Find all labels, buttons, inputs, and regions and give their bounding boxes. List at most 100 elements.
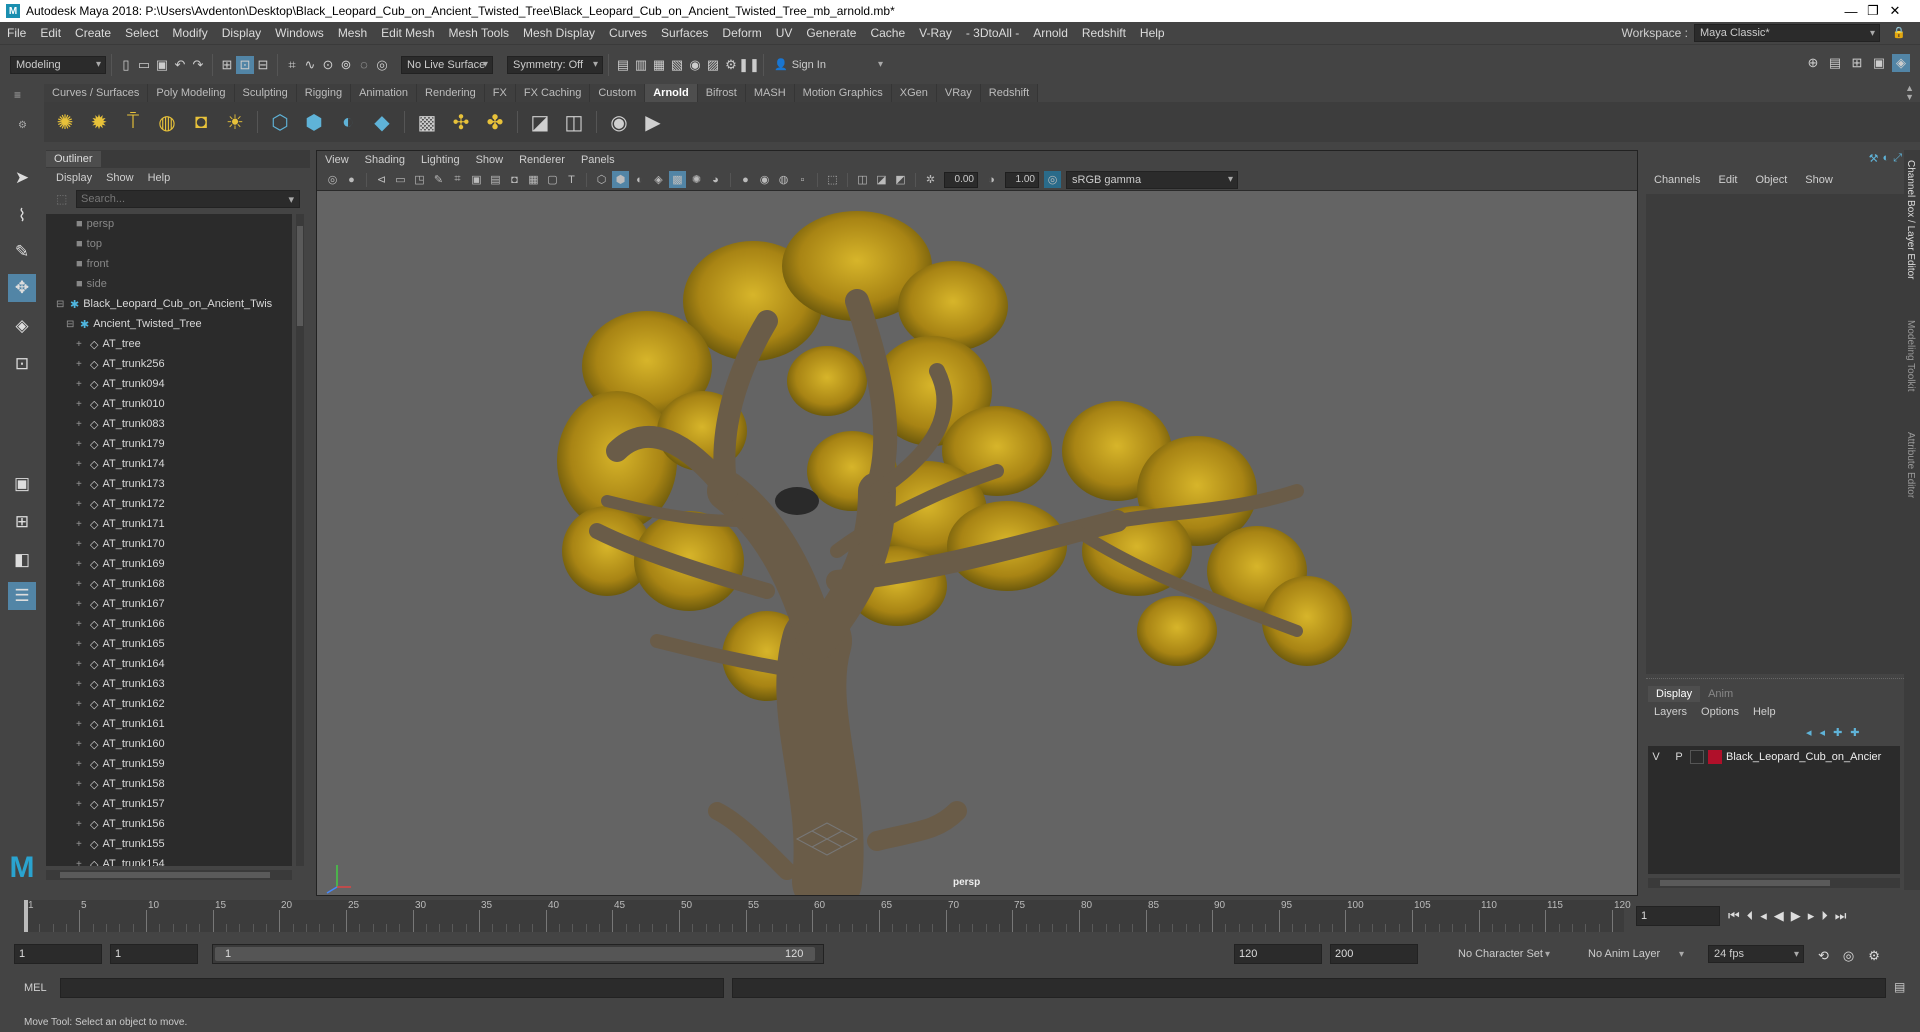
lasso-tool-icon[interactable]: ⌇ (8, 202, 36, 230)
mesh-light-icon[interactable]: ✹ (85, 108, 113, 136)
outliner-row[interactable]: ■ top (46, 234, 292, 254)
range-bar[interactable]: 1 120 (212, 944, 824, 964)
gamma-icon[interactable]: ◑ (983, 171, 1000, 188)
camera-attr-icon[interactable]: ● (343, 171, 360, 188)
shelf-tab-vray[interactable]: VRay (936, 84, 981, 102)
expand-toggle-icon[interactable]: + (76, 659, 88, 670)
two-view-icon[interactable]: ◧ (8, 546, 36, 574)
menu-item-select[interactable]: Select (118, 26, 165, 40)
menu-item-mesh-tools[interactable]: Mesh Tools (442, 26, 516, 40)
layer-tab-display[interactable]: Display (1648, 686, 1701, 702)
step-back-frame-icon[interactable]: ◂ (1760, 908, 1767, 924)
shelf-settings-icon[interactable]: ⚙ (18, 120, 27, 131)
select-tool-icon[interactable]: ➤ (8, 164, 36, 192)
filter-icon[interactable]: ⬚ (56, 192, 67, 206)
shelf-menu-icon[interactable]: ≡ (14, 88, 21, 102)
xray-icon[interactable]: ◫ (854, 171, 871, 188)
render-settings-icon[interactable]: ▧ (668, 56, 686, 74)
shadows-icon[interactable]: ◕ (707, 171, 724, 188)
select-component-icon[interactable]: ⊟ (254, 56, 272, 74)
color-space-dropdown[interactable]: sRGB gamma (1066, 170, 1238, 189)
menu-item-surfaces[interactable]: Surfaces (654, 26, 715, 40)
channel-menu-edit[interactable]: Edit (1718, 174, 1737, 186)
expand-toggle-icon[interactable]: + (76, 439, 88, 450)
physical-sky-icon[interactable]: ☀ (221, 108, 249, 136)
render-frame-icon[interactable]: ▥ (632, 56, 650, 74)
menu-item--3dtoall-[interactable]: - 3DtoAll - (959, 26, 1026, 40)
channel-box-float-icon[interactable]: ⤢ (1893, 152, 1902, 165)
save-scene-icon[interactable]: ▣ (153, 56, 171, 74)
expand-toggle-icon[interactable]: + (76, 839, 88, 850)
layer-hscrollbar[interactable] (1648, 878, 1900, 888)
play-forwards-icon[interactable]: ▶ (1791, 908, 1801, 924)
outliner-row[interactable]: + ◇ AT_trunk172 (46, 494, 292, 514)
export-standin-icon[interactable]: ⬢ (300, 108, 328, 136)
menu-item-edit[interactable]: Edit (33, 26, 68, 40)
outliner-row[interactable]: + ◇ AT_trunk083 (46, 414, 292, 434)
layer-editor-icon[interactable]: ◈ (1892, 54, 1910, 72)
new-layer-icon[interactable]: ✚ (1833, 726, 1842, 739)
menu-item-create[interactable]: Create (68, 26, 118, 40)
shelf-tab-fx-caching[interactable]: FX Caching (515, 84, 591, 102)
menu-item-arnold[interactable]: Arnold (1026, 26, 1075, 40)
safe-title-icon[interactable]: T (563, 171, 580, 188)
arnold-aov-icon[interactable]: ◫ (560, 108, 588, 136)
current-time-marker[interactable] (24, 900, 28, 932)
outliner-menu-display[interactable]: Display (56, 172, 92, 184)
loop-icon[interactable]: ⟲ (1818, 948, 1829, 964)
outliner-row[interactable]: + ◇ AT_trunk157 (46, 794, 292, 814)
expand-toggle-icon[interactable]: + (76, 619, 88, 630)
pause-icon[interactable]: ❚❚ (738, 56, 760, 74)
play-backwards-icon[interactable]: ◀ (1774, 908, 1784, 924)
outliner-row[interactable]: + ◇ AT_trunk165 (46, 634, 292, 654)
select-object-icon[interactable]: ⊡ (236, 55, 254, 74)
layer-visibility-toggle[interactable]: V (1648, 751, 1664, 763)
textured-icon[interactable]: ▩ (669, 171, 686, 188)
scene-view[interactable]: persp (317, 191, 1637, 916)
curve-collector-icon[interactable]: ◐ (334, 108, 362, 136)
snap-grid-icon[interactable]: ⌗ (283, 56, 301, 74)
gamma-field[interactable]: 1.00 (1005, 171, 1039, 188)
search-dropdown-icon[interactable]: ▾ (288, 193, 294, 206)
end-time-field[interactable]: 200 (1330, 944, 1418, 964)
layer-menu-help[interactable]: Help (1753, 706, 1776, 718)
expand-toggle-icon[interactable]: + (76, 419, 88, 430)
outliner-row[interactable]: ■ persp (46, 214, 292, 234)
expand-toggle-icon[interactable]: + (76, 519, 88, 530)
outliner-row[interactable]: + ◇ AT_tree (46, 334, 292, 354)
workspace-dropdown[interactable]: Maya Classic* (1694, 24, 1880, 42)
exposure-field[interactable]: 0.00 (944, 171, 978, 188)
xray-components-icon[interactable]: ◩ (892, 171, 909, 188)
paint-select-icon[interactable]: ✎ (8, 238, 36, 266)
attribute-editor-icon[interactable]: ▤ (1826, 54, 1844, 72)
layer-row[interactable]: V P Black_Leopard_Cub_on_Ancier (1648, 748, 1900, 766)
render-view-icon[interactable]: ▤ (614, 56, 632, 74)
texture-manager-icon[interactable]: ▩ (413, 108, 441, 136)
outliner-row[interactable]: ⊟ ✱ Black_Leopard_Cub_on_Ancient_Twis (46, 294, 292, 314)
shelf-tab-sculpting[interactable]: Sculpting (234, 84, 297, 102)
flush-cache-icon[interactable]: ✣ (447, 108, 475, 136)
outliner-row[interactable]: ■ front (46, 254, 292, 274)
menu-item-windows[interactable]: Windows (268, 26, 331, 40)
menu-item-mesh[interactable]: Mesh (331, 26, 374, 40)
expand-toggle-icon[interactable]: + (76, 379, 88, 390)
new-scene-icon[interactable]: ▯ (117, 56, 135, 74)
expand-toggle-icon[interactable]: + (76, 579, 88, 590)
shelf-scroll-down-icon[interactable]: ▼ (1905, 93, 1914, 102)
rotate-tool-icon[interactable]: ◈ (8, 312, 36, 340)
timeline-ruler[interactable]: 1 5 10 15 20 25 30 35 40 45 50 55 60 65 70 75 80 85 90 95 10… (24, 900, 1631, 932)
select-hierarchy-icon[interactable]: ⊞ (218, 56, 236, 74)
expand-toggle-icon[interactable]: + (76, 539, 88, 550)
menu-item-generate[interactable]: Generate (799, 26, 863, 40)
playback-start-field[interactable]: 1 (110, 944, 198, 964)
resolution-gate-icon[interactable]: ▤ (487, 171, 504, 188)
expand-toggle-icon[interactable]: + (76, 679, 88, 690)
viewport-menu-view[interactable]: View (325, 154, 349, 166)
viewport-menu-panels[interactable]: Panels (581, 154, 615, 166)
expand-toggle-icon[interactable]: ⊟ (66, 319, 78, 330)
channel-menu-object[interactable]: Object (1755, 174, 1787, 186)
outliner-tab[interactable]: Outliner (46, 151, 101, 167)
viewport-menu-shading[interactable]: Shading (365, 154, 405, 166)
go-to-start-icon[interactable]: ⏮ (1728, 908, 1740, 924)
arnold-render-play-icon[interactable]: ▶ (639, 108, 667, 136)
